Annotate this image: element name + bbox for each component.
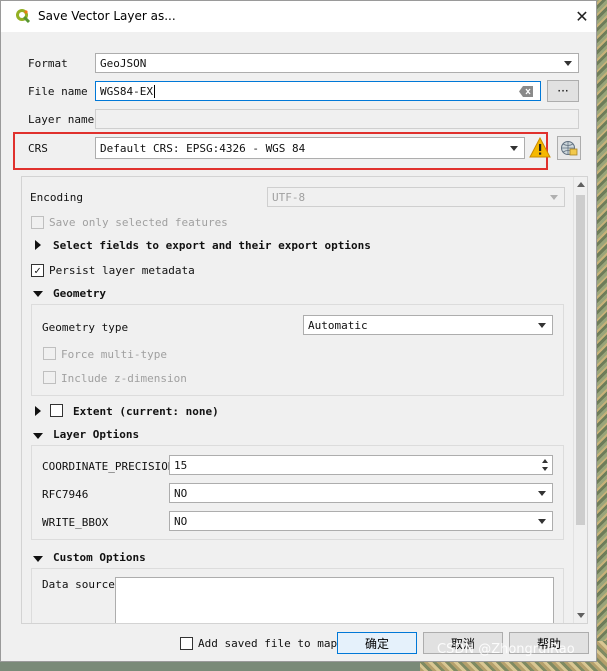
write-bbox-combobox[interactable]: NO (169, 511, 553, 531)
geometry-header[interactable]: Geometry (53, 287, 106, 300)
encoding-value: UTF-8 (272, 190, 306, 204)
close-button[interactable]: ✕ (569, 4, 595, 28)
window-title: Save Vector Layer as... (38, 9, 176, 23)
coordinate-precision-spinbox[interactable]: 15 (169, 455, 553, 475)
format-combobox[interactable]: GeoJSON (95, 53, 579, 73)
custom-options-header[interactable]: Custom Options (53, 551, 146, 564)
scroll-down-icon[interactable] (577, 613, 585, 618)
geometry-group: Geometry type Automatic Force multi-type… (31, 304, 564, 396)
force-multi-type-label: Force multi-type (61, 348, 167, 361)
extent-header[interactable]: Extent (current: none) (73, 405, 219, 418)
include-z-label: Include z-dimension (61, 372, 187, 385)
collapse-arrow-icon[interactable] (33, 433, 43, 439)
chevron-down-icon (564, 61, 572, 66)
layer-option-label: RFC7946 (42, 488, 89, 501)
rfc7946-combobox[interactable]: NO (169, 483, 553, 503)
checkmark-icon: ✓ (34, 264, 41, 277)
layer-name-input[interactable] (95, 109, 579, 129)
persist-metadata-checkbox[interactable]: ✓ (31, 264, 44, 277)
crs-combobox[interactable]: Default CRS: EPSG:4326 - WGS 84 (95, 137, 525, 159)
warning-icon (529, 137, 551, 158)
select-fields-header[interactable]: Select fields to export and their export… (53, 239, 371, 252)
add-to-map-checkbox[interactable] (180, 637, 193, 650)
options-scrollbar[interactable] (573, 177, 587, 623)
custom-options-group: Data source (31, 568, 564, 623)
scrollbar-thumb[interactable] (576, 195, 585, 525)
expand-arrow-icon[interactable] (35, 240, 41, 250)
format-label: Format (28, 57, 68, 70)
extent-checkbox[interactable] (50, 404, 63, 417)
save-only-selected-checkbox[interactable] (31, 216, 44, 229)
spin-down-icon[interactable] (542, 467, 548, 471)
scroll-up-icon[interactable] (577, 182, 585, 187)
geometry-type-combobox[interactable]: Automatic (303, 315, 553, 335)
globe-projection-icon (561, 141, 578, 156)
data-source-label: Data source (42, 578, 115, 591)
rfc7946-value: NO (174, 486, 188, 500)
chevron-down-icon (538, 491, 546, 496)
layer-options-group: COORDINATE_PRECISION 15 RFC7946 NO WRITE… (31, 445, 564, 540)
chevron-down-icon (538, 519, 546, 524)
layer-name-label: Layer name (28, 113, 95, 126)
watermark: CSDN @ZhongruiRao (437, 642, 575, 657)
data-source-textarea[interactable] (115, 577, 554, 623)
spin-up-icon[interactable] (542, 459, 548, 463)
persist-metadata-label: Persist layer metadata (49, 264, 195, 277)
save-vector-layer-dialog: Save Vector Layer as... ✕ Format GeoJSON… (0, 0, 597, 662)
crs-value: Default CRS: EPSG:4326 - WGS 84 (100, 141, 306, 155)
geometry-type-value: Automatic (308, 318, 368, 332)
crs-label: CRS (28, 142, 48, 155)
text-cursor (153, 84, 155, 98)
layer-option-label: COORDINATE_PRECISION (42, 460, 175, 473)
force-multi-type-checkbox[interactable] (43, 347, 56, 360)
layer-option-label: WRITE_BBOX (42, 516, 109, 529)
browse-button[interactable]: ··· (547, 80, 579, 102)
add-to-map-label: Add saved file to map (198, 637, 338, 650)
chevron-down-icon (510, 146, 518, 151)
encoding-combobox[interactable]: UTF-8 (267, 187, 565, 207)
chevron-down-icon (550, 195, 558, 200)
include-z-checkbox[interactable] (43, 371, 56, 384)
file-name-input[interactable]: WGS84-EX (95, 81, 541, 101)
collapse-arrow-icon[interactable] (33, 291, 43, 297)
chevron-down-icon (538, 323, 546, 328)
ok-button[interactable]: 确定 (337, 632, 417, 654)
options-scroll-panel: Encoding UTF-8 Save only selected featur… (21, 176, 588, 624)
save-only-selected-label: Save only selected features (49, 216, 228, 229)
encoding-label: Encoding (30, 191, 83, 204)
qgis-logo-icon (16, 9, 31, 24)
write-bbox-value: NO (174, 514, 188, 528)
expand-arrow-icon[interactable] (35, 406, 41, 416)
layer-options-header[interactable]: Layer Options (53, 428, 139, 441)
geometry-type-label: Geometry type (42, 321, 129, 334)
collapse-arrow-icon[interactable] (33, 556, 43, 562)
format-value: GeoJSON (100, 56, 147, 70)
clear-text-icon[interactable] (519, 86, 533, 97)
select-crs-button[interactable] (557, 136, 581, 160)
ellipsis-icon: ··· (557, 84, 569, 98)
close-icon: ✕ (575, 6, 589, 26)
file-name-label: File name (28, 85, 88, 98)
title-bar: Save Vector Layer as... ✕ (1, 1, 596, 32)
file-name-value: WGS84-EX (100, 84, 153, 98)
coordinate-precision-value: 15 (174, 458, 188, 472)
